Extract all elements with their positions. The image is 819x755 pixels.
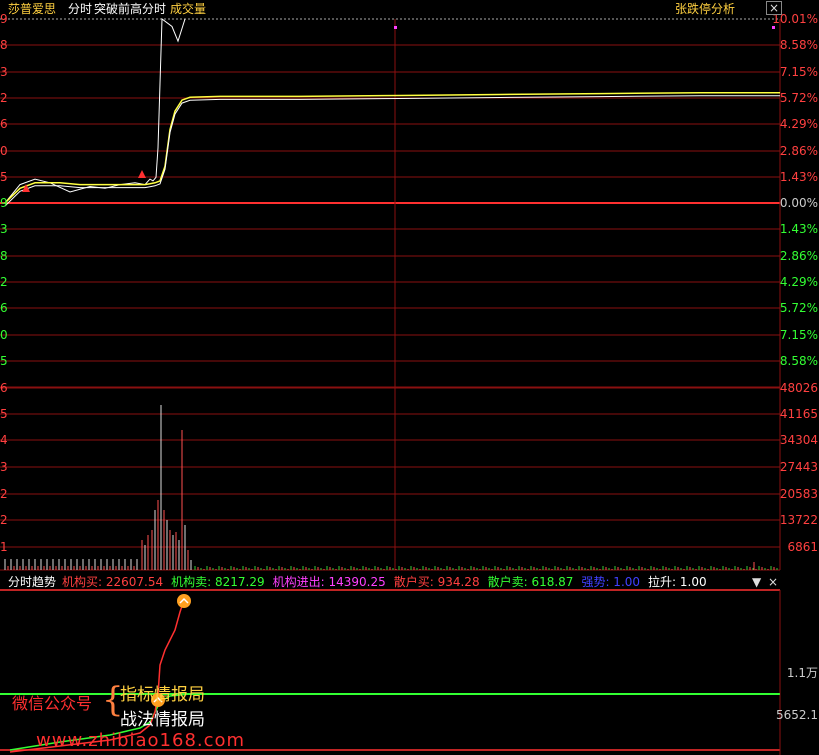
price-axis-left-label: 3 — [0, 222, 8, 236]
price-axis-left-label: 9 — [0, 196, 8, 210]
watermark-left: 微信公众号 — [12, 694, 93, 713]
price-axis-label: 4.29% — [779, 117, 818, 131]
indicator-peak-icon — [177, 594, 191, 608]
close-button[interactable]: × — [766, 1, 783, 15]
watermark-line2: 战法情报局 — [120, 710, 205, 730]
volume-axis-left-label: 3 — [0, 460, 8, 474]
volume-axis-label: 27443 — [779, 460, 818, 474]
price-axis-label: 8.58% — [779, 354, 818, 368]
volume-axis-label: 41165 — [779, 407, 818, 421]
indicator-value-4: 散户卖: 618.87 — [487, 575, 574, 589]
price-axis-label: 7.15% — [779, 65, 818, 79]
volume-axis-left-label: 6 — [0, 381, 8, 395]
price-axis-left-label: 9 — [0, 12, 8, 26]
price-axis-label: 2.86% — [779, 249, 818, 263]
volume-label: 成交量 — [170, 2, 207, 16]
intraday-chart[interactable] — [0, 0, 819, 755]
price-axis-label: 4.29% — [779, 275, 818, 289]
price-axis-label: 5.72% — [779, 91, 818, 105]
indicator-value-1: 机构卖: 8217.29 — [171, 575, 265, 589]
price-axis-label: 0.00% — [779, 196, 818, 210]
price-axis-left-label: 0 — [0, 328, 8, 342]
price-axis-left-label: 5 — [0, 170, 8, 184]
price-axis-left-label: 3 — [0, 65, 8, 79]
price-axis-label: 7.15% — [779, 328, 818, 342]
price-line — [4, 18, 186, 204]
indicator-value-6: 拉升: 1.00 — [648, 575, 707, 589]
indicator-panel-title: 分时趋势 — [8, 575, 57, 589]
dropdown-icon[interactable]: ▼ — [752, 575, 761, 589]
volume-axis-label: 20583 — [779, 487, 818, 501]
watermark-line1: 指标情报局 — [120, 685, 205, 705]
price-axis-label: 1.43% — [779, 170, 818, 184]
volume-axis-label: 13722 — [779, 513, 818, 527]
price-axis-label: 5.72% — [779, 301, 818, 315]
price-axis-label: 2.86% — [779, 144, 818, 158]
mode-label: 分时 — [68, 2, 93, 16]
price-axis-left-label: 6 — [0, 117, 8, 131]
volume-axis-left-label: 2 — [0, 513, 8, 527]
indicator-axis-label: 1.1万 — [786, 666, 818, 680]
volume-axis-label: 48026 — [779, 381, 818, 395]
stock-name: 莎普爱思 — [8, 2, 57, 16]
price-axis-left-label: 6 — [0, 301, 8, 315]
volume-axis-left-label: 4 — [0, 433, 8, 447]
indicator-value-5: 强势: 1.00 — [581, 575, 641, 589]
volume-axis-left-label: 5 — [0, 407, 8, 421]
indicator-axis-label: 5652.1 — [776, 708, 818, 722]
price-axis-left-label: 8 — [0, 249, 8, 263]
indicator-value-3: 散户买: 934.28 — [393, 575, 480, 589]
indicator-name: 突破前高分时 — [94, 2, 167, 16]
limit-marker — [394, 26, 397, 29]
indicator-value-0: 机构买: 22607.54 — [62, 575, 164, 589]
volume-axis-label: 34304 — [779, 433, 818, 447]
volume-axis-left-label: 2 — [0, 487, 8, 501]
volume-axis-left-label: 1 — [0, 540, 8, 554]
close-icon[interactable]: × — [768, 575, 778, 589]
volume-axis-label: 6861 — [787, 540, 818, 554]
price-axis-label: 1.43% — [779, 222, 818, 236]
price-axis-label: 8.58% — [779, 38, 818, 52]
price-axis-left-label: 8 — [0, 38, 8, 52]
indicator-value-2: 机构进出: 14390.25 — [272, 575, 386, 589]
price-axis-left-label: 2 — [0, 275, 8, 289]
price-axis-left-label: 5 — [0, 354, 8, 368]
limit-marker — [772, 26, 775, 29]
watermark-url: www.zhibiao168.com — [36, 730, 246, 751]
buy-signal-icon — [138, 170, 146, 178]
average-line — [4, 91, 780, 204]
limit-analysis-button[interactable]: 张跌停分析 — [675, 2, 735, 16]
price-axis-left-label: 0 — [0, 144, 8, 158]
price-axis-left-label: 2 — [0, 91, 8, 105]
